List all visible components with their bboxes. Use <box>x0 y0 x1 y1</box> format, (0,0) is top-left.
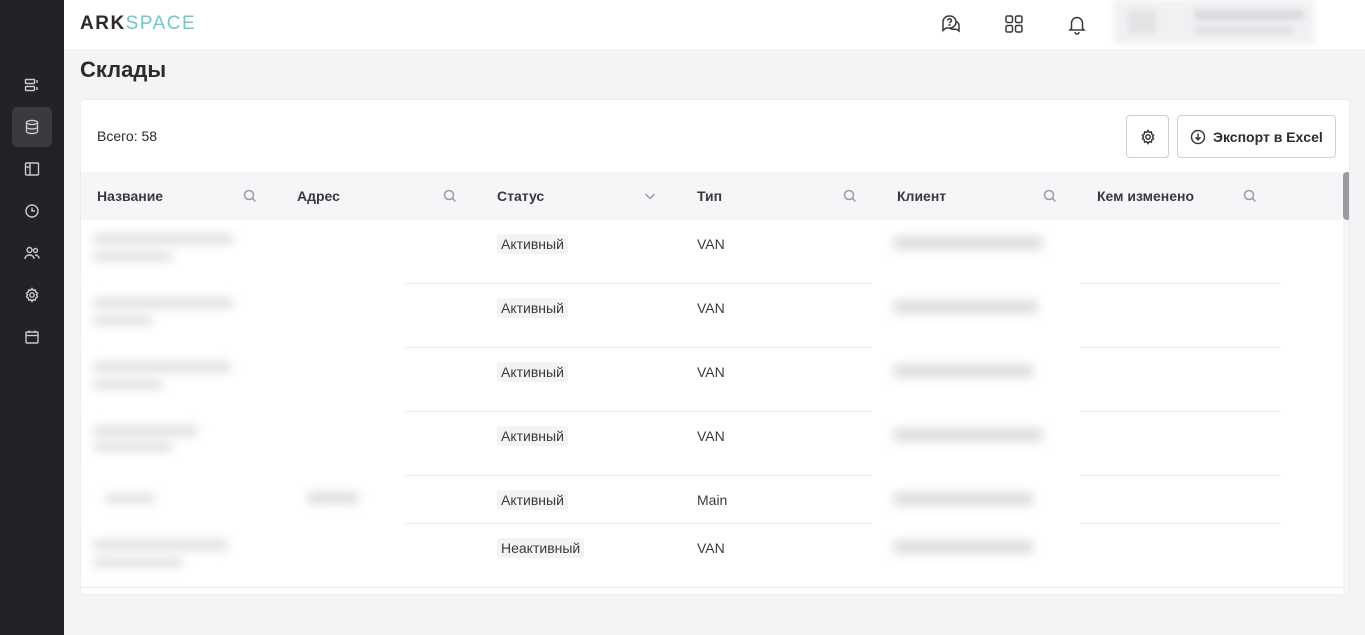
users-icon <box>24 246 40 260</box>
logo-text-space: SPACE <box>125 13 197 34</box>
redacted-name <box>93 558 183 567</box>
redacted-name <box>93 442 173 451</box>
sidebar-item-calendar[interactable] <box>12 317 52 357</box>
redacted-client <box>893 300 1038 314</box>
column-label: Адрес <box>297 188 340 204</box>
table-row[interactable]: Активный VAN <box>81 348 1343 412</box>
column-label: Кем изменено <box>1097 188 1195 204</box>
export-excel-label: Экспорт в Excel <box>1213 128 1323 145</box>
column-label: Статус <box>497 188 545 204</box>
column-header-modified-by[interactable]: Кем изменено <box>1081 172 1281 220</box>
column-header-type[interactable]: Тип <box>681 172 881 220</box>
redacted-name <box>93 380 163 389</box>
table-scrollbar[interactable] <box>1343 172 1349 594</box>
table-row[interactable]: Активный VAN <box>81 220 1343 284</box>
chat-help-icon <box>942 15 960 33</box>
redacted-name <box>93 298 233 308</box>
row-divider <box>81 587 1343 588</box>
status-badge: Неактивный <box>497 538 585 558</box>
redacted-client <box>893 236 1043 250</box>
status-badge: Активный <box>497 490 568 510</box>
notifications-button[interactable] <box>1064 11 1090 37</box>
type-cell: VAN <box>697 428 725 444</box>
gear-icon <box>1141 128 1154 145</box>
column-header-status[interactable]: Статус <box>481 172 681 220</box>
redacted-name <box>93 234 233 244</box>
status-badge: Активный <box>497 426 568 446</box>
column-label: Тип <box>697 188 723 204</box>
apps-grid-icon <box>1005 15 1023 33</box>
column-label: Название <box>97 188 164 204</box>
type-cell: Main <box>697 492 728 508</box>
sidebar <box>0 0 64 635</box>
redacted-client <box>893 364 1033 378</box>
table-body: Активный VAN Активный VAN Активный VAN А… <box>81 220 1343 594</box>
sidebar-item-warehouses[interactable] <box>12 107 52 147</box>
scrollbar-thumb[interactable] <box>1343 172 1349 220</box>
list-icon <box>24 78 38 92</box>
search-icon[interactable] <box>1243 189 1257 203</box>
page-title: Склады <box>80 57 167 82</box>
redacted-client <box>893 428 1043 442</box>
table-row[interactable]: Активный Main <box>81 476 1343 524</box>
redacted-client <box>893 540 1033 554</box>
type-cell: VAN <box>697 236 725 252</box>
redacted-address <box>307 492 359 504</box>
user-name-redacted <box>1194 10 1304 20</box>
column-label: Клиент <box>897 188 947 204</box>
redacted-name <box>93 426 198 436</box>
column-header-client[interactable]: Клиент <box>881 172 1081 220</box>
status-badge: Активный <box>497 362 568 382</box>
top-bar: ARKSPACE <box>64 0 1365 49</box>
table-row[interactable]: Активный VAN <box>81 412 1343 476</box>
type-cell: VAN <box>697 300 725 316</box>
download-icon <box>1190 129 1206 144</box>
type-cell: VAN <box>697 364 725 380</box>
table-settings-button[interactable] <box>1126 115 1169 158</box>
redacted-name <box>105 494 155 503</box>
export-excel-button[interactable]: Экспорт в Excel <box>1177 115 1336 158</box>
table-header: Название Адрес Статус Тип Клиент Кем изм… <box>81 172 1343 220</box>
database-icon <box>25 119 39 135</box>
status-badge: Активный <box>497 298 568 318</box>
app-logo[interactable]: ARKSPACE <box>80 13 196 35</box>
redacted-name <box>93 252 173 261</box>
redacted-name <box>93 362 231 372</box>
bell-icon <box>1068 16 1086 35</box>
avatar <box>1128 10 1156 34</box>
redacted-name <box>93 540 228 550</box>
sidebar-item-settings[interactable] <box>12 275 52 315</box>
column-header-address[interactable]: Адрес <box>281 172 481 220</box>
clock-icon <box>25 204 39 218</box>
redacted-name <box>93 316 153 325</box>
status-badge: Активный <box>497 234 568 254</box>
apps-menu-button[interactable] <box>1001 11 1027 37</box>
redacted-client <box>893 492 1033 506</box>
type-cell: VAN <box>697 540 725 556</box>
chevron-down-icon[interactable] <box>643 189 657 203</box>
support-chat-button[interactable] <box>938 11 964 37</box>
sidebar-item-history[interactable] <box>12 191 52 231</box>
sidebar-item-layout[interactable] <box>12 149 52 189</box>
calendar-icon <box>25 330 39 344</box>
total-count: Всего: 58 <box>97 128 158 144</box>
user-profile-menu[interactable] <box>1114 0 1314 44</box>
logo-text-ark: ARK <box>80 13 126 34</box>
layout-icon <box>24 162 40 176</box>
table-row[interactable]: Активный VAN <box>81 284 1343 348</box>
search-icon[interactable] <box>1043 189 1057 203</box>
gear-icon <box>25 287 39 303</box>
column-header-name[interactable]: Название <box>81 172 281 220</box>
user-role-redacted <box>1194 26 1294 34</box>
sidebar-item-list[interactable] <box>12 65 52 105</box>
search-icon[interactable] <box>843 189 857 203</box>
search-icon[interactable] <box>443 189 457 203</box>
warehouses-card: Всего: 58 Экспорт в Excel Название Адрес… <box>80 99 1350 595</box>
table-row[interactable]: Неактивный VAN <box>81 524 1343 588</box>
sidebar-item-users[interactable] <box>12 233 52 273</box>
search-icon[interactable] <box>243 189 257 203</box>
